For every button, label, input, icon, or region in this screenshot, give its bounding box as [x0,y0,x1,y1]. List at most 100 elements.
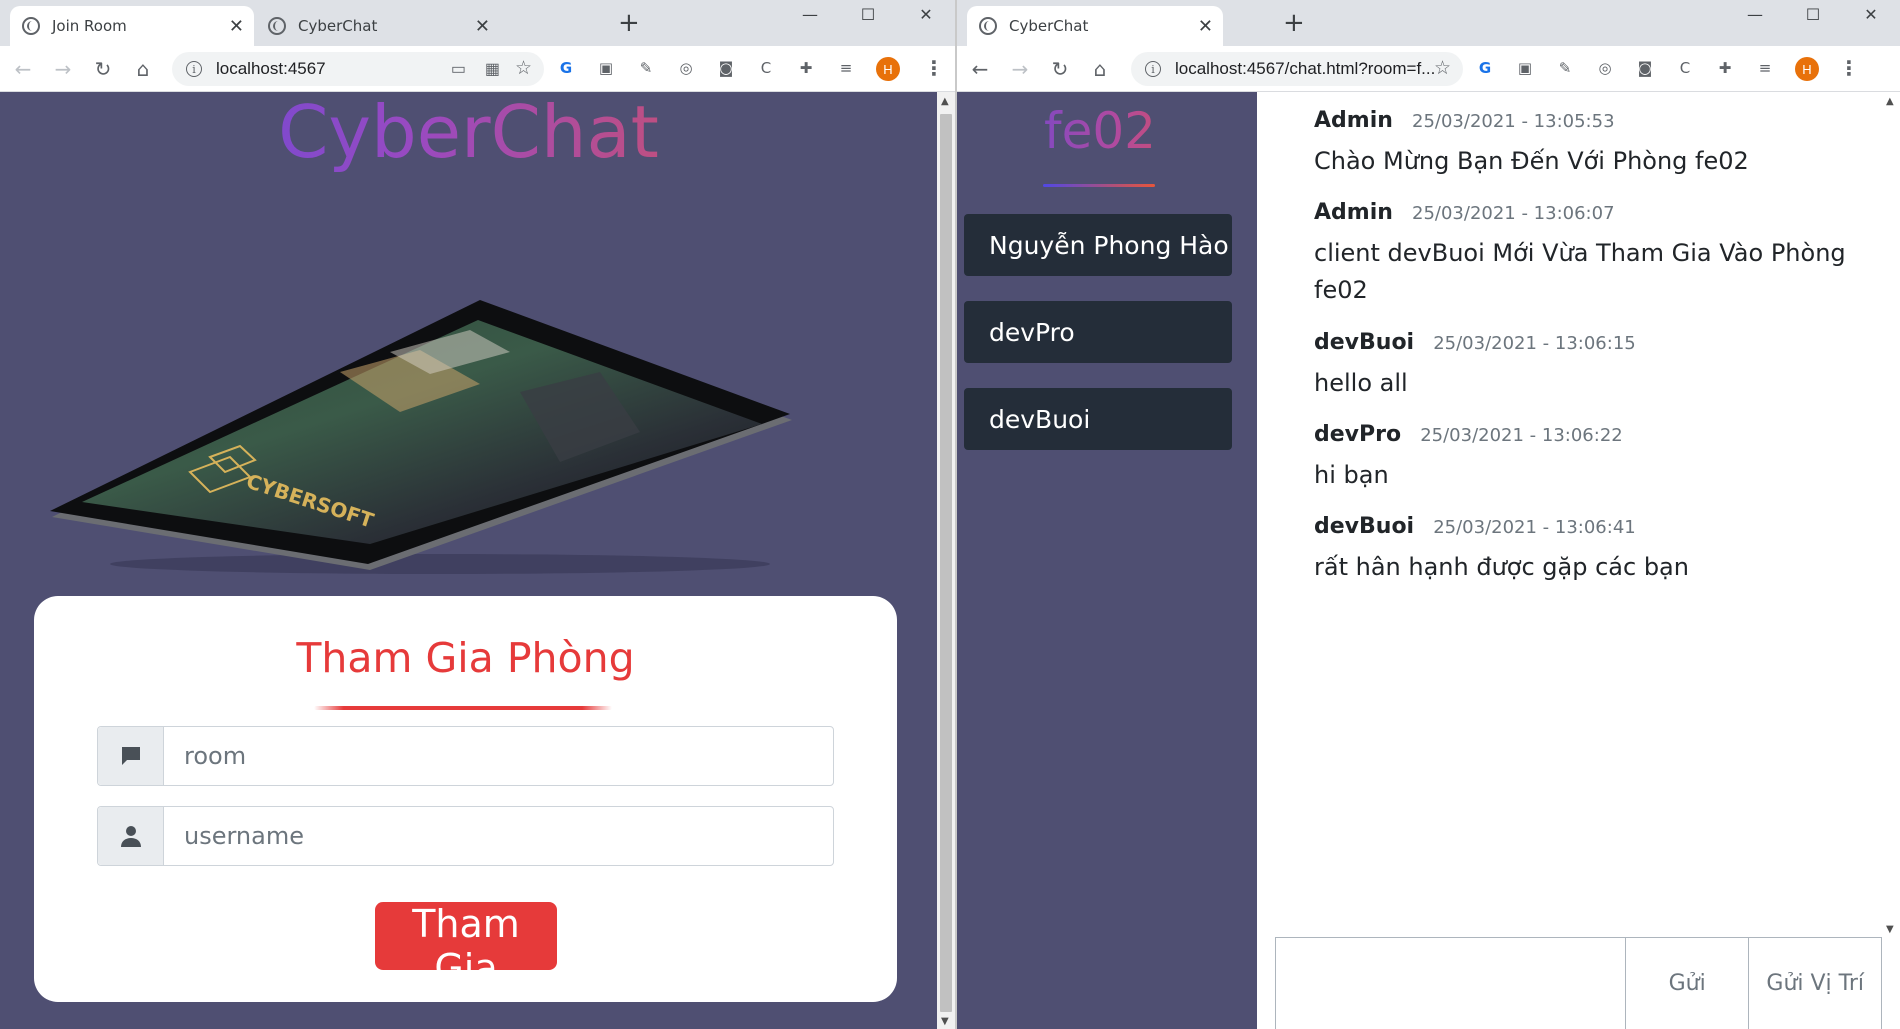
new-tab-button[interactable]: + [1283,10,1305,36]
target-icon[interactable]: ◎ [676,58,696,78]
google-translate-icon[interactable]: G [556,58,576,78]
minimize-icon[interactable]: — [781,0,839,28]
camera-icon[interactable]: ◙ [1635,58,1655,78]
tab-cyberchat[interactable]: CyberChat ✕ [256,6,500,46]
back-icon[interactable]: ← [967,56,993,82]
chat-bubble-icon [98,727,164,785]
camera-icon[interactable]: ◙ [716,58,736,78]
media-queue-icon[interactable]: ≡ [836,58,856,78]
chat-message: devPro 25/03/2021 - 13:06:22 hi bạn [1314,422,1874,494]
message-input[interactable] [1276,938,1625,1029]
message-time: 25/03/2021 - 13:06:07 [1412,203,1615,224]
url-text: localhost:4567 [216,59,326,78]
menu-kebab-icon[interactable]: ⋮ [1839,56,1859,80]
window-close-icon[interactable]: ✕ [897,0,955,28]
message-text: Chào Mừng Bạn Đến Với Phòng fe02 [1314,147,1749,175]
browser-toolbar: ← → ↻ ⌂ i localhost:4567/chat.html?room=… [957,46,1900,92]
chat-message: Admin 25/03/2021 - 13:05:53 Chào Mừng Bạ… [1314,108,1874,180]
browser-window-chat: CyberChat ✕ + — ☐ ✕ ← → ↻ ⌂ i localhost:… [957,0,1900,1029]
window-controls: — ☐ ✕ [1726,0,1900,28]
site-info-icon[interactable]: i [186,61,202,77]
minimize-icon[interactable]: — [1726,0,1784,28]
eyedropper-icon[interactable]: ✎ [1555,58,1575,78]
chat-scrollbar[interactable]: ▲ ▼ [1882,92,1900,937]
message-text: hi bạn [1314,461,1389,489]
target-icon[interactable]: ◎ [1595,58,1615,78]
join-room-button[interactable]: Tham Gia [375,902,557,990]
browser-toolbar: ← → ↻ ⌂ i localhost:4567 ▭ ▦ ☆ G ▣ ✎ ◎ ◙… [0,46,955,92]
tab-join-room[interactable]: Join Room ✕ [10,6,254,46]
address-bar[interactable]: i localhost:4567/chat.html?room=f... ☆ [1131,52,1463,86]
maximize-icon[interactable]: ☐ [839,0,897,28]
close-icon[interactable]: ✕ [475,16,490,37]
user-list-item: devBuoi [964,388,1232,450]
qr-icon[interactable]: ▦ [485,59,500,79]
join-form-title: Tham Gia Phòng [296,634,635,682]
message-author: devBuoi [1314,514,1415,539]
eyedropper-icon[interactable]: ✎ [636,58,656,78]
bookmark-star-icon[interactable]: ☆ [1434,57,1451,80]
reload-icon[interactable]: ↻ [90,56,116,82]
home-icon[interactable]: ⌂ [130,56,156,82]
forward-icon[interactable]: → [50,56,76,82]
scroll-up-icon[interactable]: ▲ [1886,96,1894,107]
message-author: devBuoi [1314,330,1415,355]
tab-cyberchat[interactable]: CyberChat ✕ [967,6,1223,46]
join-room-page: CyberChat CYBERSOFT Tham Gia Phòng room … [0,90,937,1029]
room-input-group [97,726,834,786]
new-tab-button[interactable]: + [618,10,640,36]
message-author: Admin [1314,200,1393,225]
scroll-up-icon[interactable]: ▲ [941,96,949,107]
room-sidebar: fe02 Nguyễn Phong Hào devPro devBuoi [957,92,1257,1029]
extension-icon[interactable]: ▣ [596,58,616,78]
room-input[interactable] [164,727,833,785]
back-icon[interactable]: ← [10,56,36,82]
forward-icon[interactable]: → [1007,56,1033,82]
globe-icon [268,17,286,35]
puzzle-icon[interactable]: ✚ [1715,58,1735,78]
close-icon[interactable]: ✕ [229,16,244,37]
profile-avatar[interactable]: H [876,57,900,81]
scrollbar-thumb[interactable] [940,114,952,1012]
tab-strip: Join Room ✕ CyberChat ✕ + — ☐ ✕ [0,0,955,46]
maximize-icon[interactable]: ☐ [1784,0,1842,28]
username-input[interactable] [164,807,833,865]
code-icon[interactable]: C [1675,58,1695,78]
window-close-icon[interactable]: ✕ [1842,0,1900,28]
home-icon[interactable]: ⌂ [1087,56,1113,82]
send-button[interactable]: Gửi [1624,938,1749,1029]
site-info-icon[interactable]: i [1145,61,1161,77]
title-underline [314,706,612,710]
send-location-button[interactable]: Gửi Vị Trí [1748,938,1881,1029]
puzzle-icon[interactable]: ✚ [796,58,816,78]
page-scrollbar[interactable]: ▲ ▼ [937,92,955,1029]
scroll-down-icon[interactable]: ▼ [941,1016,949,1027]
chat-message: Admin 25/03/2021 - 13:06:07 client devBu… [1314,200,1874,309]
username-input-group [97,806,834,866]
message-text: rất hân hạnh được gặp các bạn [1314,553,1689,581]
code-icon[interactable]: C [756,58,776,78]
message-text: hello all [1314,369,1408,397]
tab-title: CyberChat [298,17,378,35]
reload-icon[interactable]: ↻ [1047,56,1073,82]
profile-avatar[interactable]: H [1795,57,1819,81]
scroll-down-icon[interactable]: ▼ [1886,924,1894,935]
message-author: Admin [1314,108,1393,133]
message-time: 25/03/2021 - 13:06:22 [1420,425,1623,446]
message-time: 25/03/2021 - 13:05:53 [1412,111,1615,132]
browser-window-join-room: Join Room ✕ CyberChat ✕ + — ☐ ✕ ← → ↻ ⌂ … [0,0,955,1029]
bookmark-star-icon[interactable]: ☆ [515,57,532,80]
cast-icon[interactable]: ▭ [451,59,466,79]
message-time: 25/03/2021 - 13:06:15 [1433,333,1636,354]
extension-icon[interactable]: ▣ [1515,58,1535,78]
close-icon[interactable]: ✕ [1198,16,1213,37]
room-name: fe02 [957,102,1243,160]
chat-messages: Admin 25/03/2021 - 13:05:53 Chào Mừng Bạ… [1257,92,1882,1029]
tab-strip: CyberChat ✕ + — ☐ ✕ [957,0,1900,46]
media-queue-icon[interactable]: ≡ [1755,58,1775,78]
menu-kebab-icon[interactable]: ⋮ [924,56,944,80]
globe-icon [22,17,40,35]
url-text: localhost:4567/chat.html?room=f... [1175,59,1436,78]
address-bar[interactable]: i localhost:4567 ▭ ▦ ☆ [172,52,544,86]
google-translate-icon[interactable]: G [1475,58,1495,78]
